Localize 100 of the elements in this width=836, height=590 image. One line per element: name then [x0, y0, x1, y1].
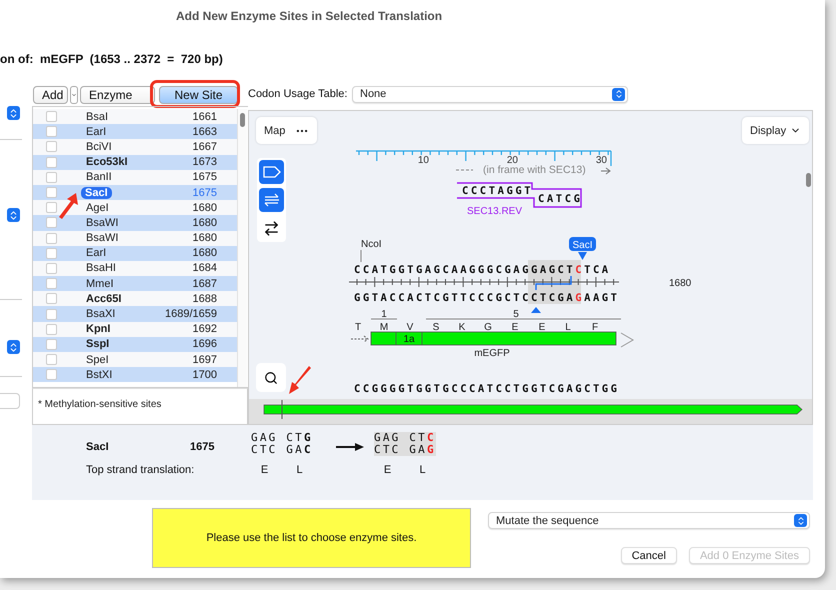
enzyme-site: 1692 — [192, 323, 217, 336]
column-header[interactable]: New Site — [159, 86, 238, 104]
checkbox[interactable] — [46, 308, 57, 320]
stepper-icon[interactable] — [7, 106, 20, 120]
dialog-button[interactable]: Cancel — [620, 547, 677, 564]
checkbox[interactable] — [46, 217, 57, 228]
original-codons: GAG CT G CTC GA C — [251, 432, 313, 456]
enzyme-name: KpnI — [86, 323, 110, 336]
checkbox[interactable] — [46, 187, 57, 198]
enzyme-row[interactable]: MmeI 1687 — [33, 276, 237, 292]
checkbox[interactable] — [46, 172, 57, 183]
amino-acid: E — [382, 464, 392, 476]
enzyme-row[interactable]: EarI 1663 — [33, 124, 237, 140]
checkbox[interactable] — [46, 156, 57, 168]
enzyme-row[interactable]: Eco53kI 1673 — [33, 154, 237, 170]
enzyme-site: 1675 — [192, 171, 217, 184]
checkbox[interactable] — [46, 232, 57, 244]
small-arrow-icon — [600, 168, 611, 174]
enzyme-row[interactable]: BsaI 1661 — [33, 109, 237, 124]
enzyme-row[interactable]: KpnI 1692 — [33, 322, 237, 337]
residue-letter: V — [406, 322, 414, 333]
checkbox[interactable] — [46, 262, 57, 274]
position-label: 1680 — [669, 278, 692, 289]
enzyme-site: 1663 — [192, 126, 217, 138]
search-button[interactable] — [256, 363, 286, 392]
enzyme-name: BanII — [86, 171, 112, 184]
enzyme-row[interactable]: BciVI 1667 — [33, 139, 237, 155]
amino-acid: L — [295, 464, 304, 476]
residue-letter: S — [432, 322, 440, 333]
residue-number: 1 — [381, 309, 387, 320]
bottom-strand: GGTACCACTCGTTCCCGCTCCTCGA G AAGT — [354, 292, 617, 304]
checkbox[interactable] — [46, 141, 57, 152]
display-button[interactable]: Display — [742, 117, 809, 144]
tag-icon — [262, 166, 280, 178]
checkbox[interactable] — [46, 278, 57, 290]
enzyme-row[interactable]: BstXI 1700 — [33, 367, 237, 382]
residue-number: 5 — [513, 309, 519, 320]
enzyme-row[interactable]: AgeI 1680 — [33, 200, 237, 216]
checkbox[interactable] — [46, 111, 57, 122]
checkbox[interactable] — [46, 338, 57, 350]
caret-icon — [71, 91, 77, 99]
scrollbar[interactable] — [237, 109, 247, 387]
residue-letter: K — [458, 322, 466, 333]
enzyme-name: BsaWI — [86, 216, 118, 229]
enzyme-site: 1697 — [192, 354, 217, 366]
strands-icon — [262, 193, 280, 207]
scrollbar-thumb[interactable] — [806, 173, 811, 187]
stepper-icon[interactable] — [7, 340, 20, 354]
residue-letter: T — [354, 322, 362, 333]
enzyme-row[interactable]: BsaHI 1684 — [33, 260, 237, 276]
enzyme-row[interactable]: BsaWI 1680 — [33, 215, 237, 230]
enzyme-row[interactable]: BsaWI 1680 — [33, 230, 237, 246]
enzyme-name: BciVI — [86, 140, 112, 153]
checkbox[interactable] — [46, 293, 57, 304]
ruler-label: 10 — [418, 155, 429, 166]
checkbox[interactable] — [46, 248, 57, 259]
search-icon — [264, 370, 278, 384]
primer-name: SEC13.REV — [467, 206, 522, 217]
enzyme-row[interactable]: SspI 1696 — [33, 336, 237, 352]
site-position: 1675 — [190, 441, 216, 453]
next-strand: CCGGGGTGGTGCCCATCCTGGTCGAGCTGG — [354, 383, 617, 395]
enzyme-site: 1680 — [192, 202, 217, 214]
column-header[interactable]: Enzyme — [80, 86, 155, 104]
enzyme-name: BstXI — [86, 368, 112, 381]
enzyme-site: 1680 — [192, 216, 217, 229]
action-select[interactable]: Mutate the sequence — [488, 512, 810, 529]
enzyme-row[interactable]: SacI 1675 — [33, 184, 237, 200]
enzyme-row[interactable]: Acc65I 1688 — [33, 291, 237, 306]
checkbox[interactable] — [46, 324, 57, 335]
dashed-arrow — [350, 336, 369, 342]
residue-letter: G — [484, 322, 492, 333]
enzyme-site: 1700 — [192, 368, 217, 381]
add-button[interactable]: Add — [33, 86, 68, 104]
enzyme-row[interactable]: BsaXI 1689/1659 — [33, 306, 237, 322]
enzyme-site: 1688 — [192, 292, 217, 305]
checkbox[interactable] — [46, 202, 57, 214]
enzyme-site: 1689/1659 — [165, 308, 217, 320]
enzyme-name: EarI — [86, 247, 106, 260]
map-button[interactable]: Map — [256, 117, 317, 144]
dropdown-button[interactable] — [70, 86, 78, 104]
enzyme-site: 1661 — [192, 110, 217, 123]
top-strand: CCATGGTGAGCAAGGGCGAGGAGCT C TCA — [354, 264, 608, 276]
enzyme-name: SspI — [86, 338, 110, 350]
stepper-icon[interactable] — [7, 208, 20, 222]
cut-line — [535, 276, 572, 290]
primer-sequence: CCCTAGGT — [462, 185, 531, 197]
residue-letter: M — [380, 322, 388, 333]
text-field[interactable] — [0, 393, 20, 409]
enzyme-row[interactable]: BanII 1675 — [33, 170, 237, 185]
enzyme-name: SacI — [86, 441, 110, 453]
pointer-arrow — [287, 365, 311, 395]
checkbox[interactable] — [46, 126, 57, 138]
amino-acid: L — [418, 464, 427, 476]
codon-usage-select[interactable]: None — [352, 86, 628, 102]
frame-note: (in frame with SEC13) — [483, 164, 586, 176]
enzyme-row[interactable]: EarI 1680 — [33, 246, 237, 261]
checkbox[interactable] — [46, 369, 57, 380]
enzyme-row[interactable]: SpeI 1697 — [33, 352, 237, 368]
enzyme-site: 1696 — [192, 338, 217, 350]
checkbox[interactable] — [46, 354, 57, 366]
